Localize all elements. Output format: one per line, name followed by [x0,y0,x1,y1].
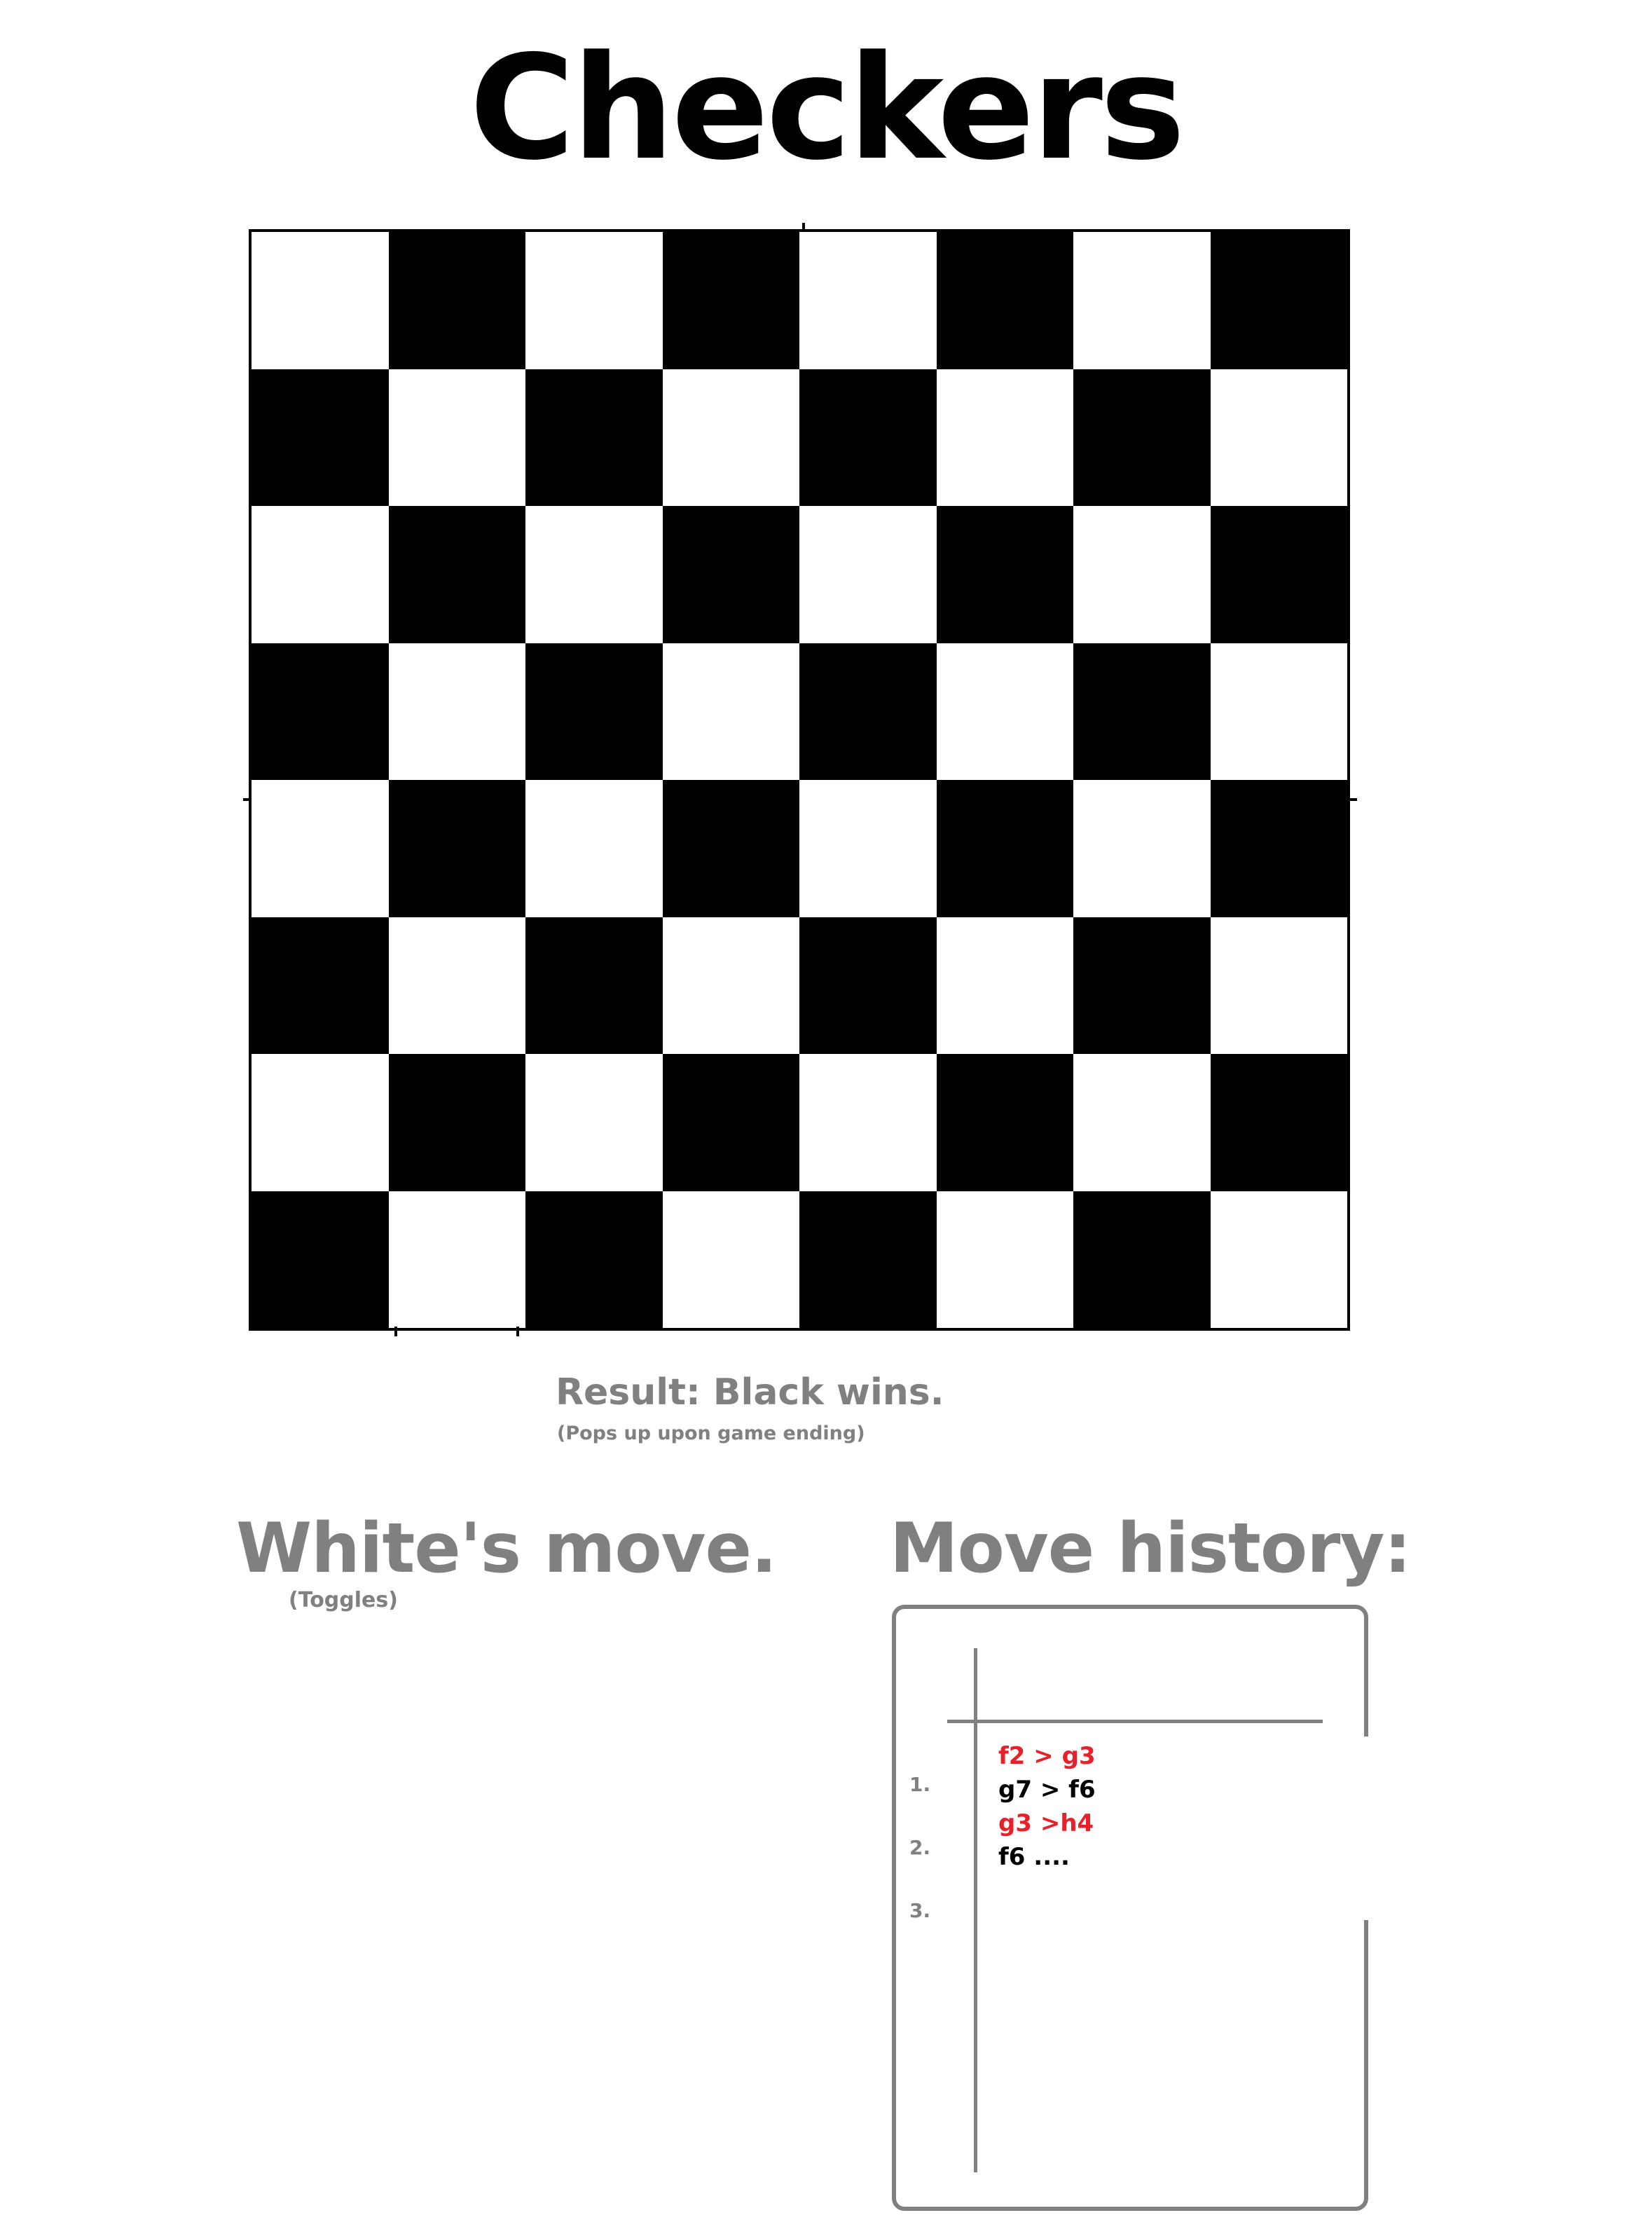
move-history-header-divider [947,1720,1323,1723]
board-square-d8[interactable] [662,232,799,369]
board-square-b8[interactable] [388,232,525,369]
move-history-panel [892,1605,1368,2211]
board-square-f3[interactable] [936,917,1073,1054]
board-square-g5[interactable] [1073,643,1211,780]
board-square-a3[interactable] [252,917,389,1054]
board-square-h2[interactable] [1210,1054,1347,1191]
checkers-board[interactable] [249,229,1350,1331]
board-square-e3[interactable] [799,917,937,1054]
board-square-c8[interactable] [525,232,663,369]
move-number: 1. [909,1773,931,1796]
move-number: 3. [909,1899,931,1922]
board-square-h8[interactable] [1210,232,1347,369]
board-square-a5[interactable] [252,643,389,780]
board-square-h1[interactable] [1210,1191,1347,1328]
board-square-b7[interactable] [388,369,525,506]
board-square-c7[interactable] [525,369,663,506]
board-square-b3[interactable] [388,917,525,1054]
board-square-g7[interactable] [1073,369,1211,506]
board-tick-mark [243,798,252,801]
board-square-e8[interactable] [799,232,937,369]
move-history-column-divider [974,1648,977,2172]
board-square-f7[interactable] [936,369,1073,506]
board-square-g1[interactable] [1073,1191,1211,1328]
board-square-d5[interactable] [662,643,799,780]
board-square-g6[interactable] [1073,506,1211,643]
board-tick-mark [1347,798,1357,801]
board-square-g2[interactable] [1073,1054,1211,1191]
board-square-b1[interactable] [388,1191,525,1328]
move-entry: g3 >h4 [998,1809,1094,1837]
board-square-g8[interactable] [1073,232,1211,369]
board-square-b6[interactable] [388,506,525,643]
board-square-d1[interactable] [662,1191,799,1328]
board-square-h6[interactable] [1210,506,1347,643]
board-square-c1[interactable] [525,1191,663,1328]
board-square-b5[interactable] [388,643,525,780]
board-square-c5[interactable] [525,643,663,780]
board-square-d7[interactable] [662,369,799,506]
board-square-d3[interactable] [662,917,799,1054]
board-square-h5[interactable] [1210,643,1347,780]
board-tick-mark [394,1327,397,1336]
board-square-d2[interactable] [662,1054,799,1191]
board-tick-mark [516,1327,519,1336]
board-square-d4[interactable] [662,780,799,917]
board-square-f2[interactable] [936,1054,1073,1191]
board-square-f8[interactable] [936,232,1073,369]
move-list: f2 > g3 g7 > f6 g3 >h4 f6 .... [998,1739,1096,1874]
board-square-e2[interactable] [799,1054,937,1191]
move-entry: f2 > g3 [998,1742,1096,1770]
board-square-b4[interactable] [388,780,525,917]
board-square-a8[interactable] [252,232,389,369]
board-square-c6[interactable] [525,506,663,643]
board-square-a1[interactable] [252,1191,389,1328]
turn-note: (Toggles) [289,1588,398,1612]
board-square-c4[interactable] [525,780,663,917]
board-square-e1[interactable] [799,1191,937,1328]
board-square-a4[interactable] [252,780,389,917]
board-square-e4[interactable] [799,780,937,917]
turn-indicator: White's move. [236,1509,777,1589]
board-square-f5[interactable] [936,643,1073,780]
move-entry: f6 .... [998,1843,1070,1871]
move-entry: g7 > f6 [998,1776,1096,1804]
board-square-h7[interactable] [1210,369,1347,506]
board-square-e6[interactable] [799,506,937,643]
board-square-c2[interactable] [525,1054,663,1191]
board-square-e5[interactable] [799,643,937,780]
board-square-b2[interactable] [388,1054,525,1191]
board-square-a7[interactable] [252,369,389,506]
move-history-heading: Move history: [890,1509,1412,1589]
page-title: Checkers [469,25,1185,192]
board-square-f1[interactable] [936,1191,1073,1328]
board-square-f6[interactable] [936,506,1073,643]
board-square-h3[interactable] [1210,917,1347,1054]
board-square-g4[interactable] [1073,780,1211,917]
board-square-h4[interactable] [1210,780,1347,917]
board-square-a2[interactable] [252,1054,389,1191]
result-note: (Pops up upon game ending) [557,1423,865,1444]
result-message: Result: Black wins. [556,1371,944,1413]
board-square-g3[interactable] [1073,917,1211,1054]
board-square-c3[interactable] [525,917,663,1054]
board-square-d6[interactable] [662,506,799,643]
board-square-e7[interactable] [799,369,937,506]
board-square-f4[interactable] [936,780,1073,917]
board-square-a6[interactable] [252,506,389,643]
board-tick-mark [802,223,805,231]
panel-border-gap [1361,1736,1371,1920]
move-number-list: 1. 2. 3. [909,1753,930,1943]
move-number: 2. [909,1836,931,1859]
